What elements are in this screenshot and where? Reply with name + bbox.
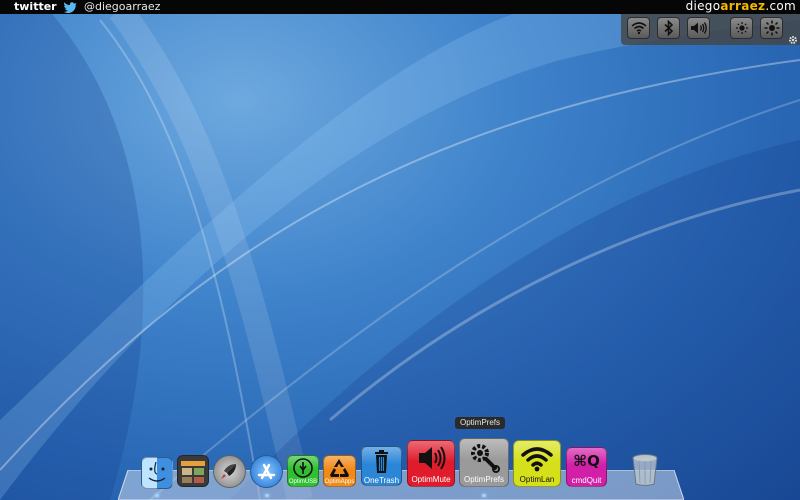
recycle-icon [330, 459, 349, 477]
rocket-icon [221, 464, 236, 479]
dock-item-launchpad[interactable] [213, 455, 246, 488]
dock-label-optimprefs: OptimPrefs [463, 475, 504, 484]
finder-icon [148, 461, 166, 482]
trash-can-icon [375, 450, 388, 473]
twitter-handle: @diegoarraez [84, 0, 161, 13]
site-highlight: arraez [720, 0, 766, 13]
dock-item-trash[interactable] [630, 453, 660, 487]
gear-icon[interactable] [788, 35, 798, 45]
brightness-up-icon [764, 20, 779, 36]
gear-wrench-icon [471, 444, 500, 473]
volume-icon [690, 22, 707, 34]
cmd-q-icon: ⌘Q [573, 452, 600, 470]
twitter-bird-icon [63, 2, 77, 13]
dock-item-optimusb[interactable]: OptimUSB [287, 455, 319, 487]
dock-label-optimlan: OptimLan [519, 475, 555, 484]
running-indicator [482, 494, 486, 497]
running-indicator [265, 494, 269, 497]
volume-button[interactable] [687, 17, 710, 39]
trash-bin-icon [632, 454, 658, 486]
app-store-icon [257, 463, 276, 480]
wifi-icon [630, 22, 647, 35]
wifi-button[interactable] [627, 17, 650, 39]
site-prefix: diego [685, 0, 721, 13]
website-url: diegoarraez.com [686, 0, 796, 14]
dock-label-optimmute: OptimMute [411, 475, 451, 484]
dock-item-finder[interactable] [141, 457, 173, 489]
wifi-icon [521, 447, 553, 472]
dock-item-optimapps[interactable]: OptimApps [323, 455, 356, 487]
dock-item-cmdquit[interactable]: ⌘Q cmdQuit [566, 447, 607, 487]
dock-label-onetrash: OneTrash [363, 476, 400, 485]
control-panel [621, 14, 800, 45]
dock-label-optimapps: OptimApps [324, 479, 355, 485]
top-bar: twitter @diegoarraez diegoarraez.com [0, 0, 800, 14]
dock-item-photo-booth[interactable] [177, 455, 209, 487]
brightness-up-button[interactable] [760, 17, 783, 39]
dock-item-onetrash[interactable]: OneTrash [361, 446, 402, 486]
usb-icon [293, 458, 313, 478]
dock-item-app-store[interactable] [250, 455, 283, 488]
mute-speaker-icon [419, 446, 446, 470]
brightness-down-button[interactable] [730, 17, 753, 39]
twitter-logo: twitter [14, 0, 57, 13]
dock-tooltip: OptimPrefs [455, 417, 506, 429]
dock-item-optimmute[interactable]: OptimMute [407, 440, 455, 487]
dock-label-cmdquit: cmdQuit [571, 476, 602, 485]
bluetooth-button[interactable] [657, 17, 680, 39]
dock-item-optimprefs[interactable]: OptimPrefs [459, 438, 509, 487]
dock-label-optimusb: OptimUSB [288, 479, 318, 485]
bluetooth-icon [663, 20, 673, 36]
photo-booth-icon [181, 461, 205, 483]
desktop-wallpaper [0, 0, 800, 500]
running-indicator [155, 494, 159, 497]
dock-item-optimlan[interactable]: OptimLan [513, 440, 561, 487]
site-suffix: .com [765, 0, 796, 13]
brightness-down-icon [735, 22, 748, 34]
